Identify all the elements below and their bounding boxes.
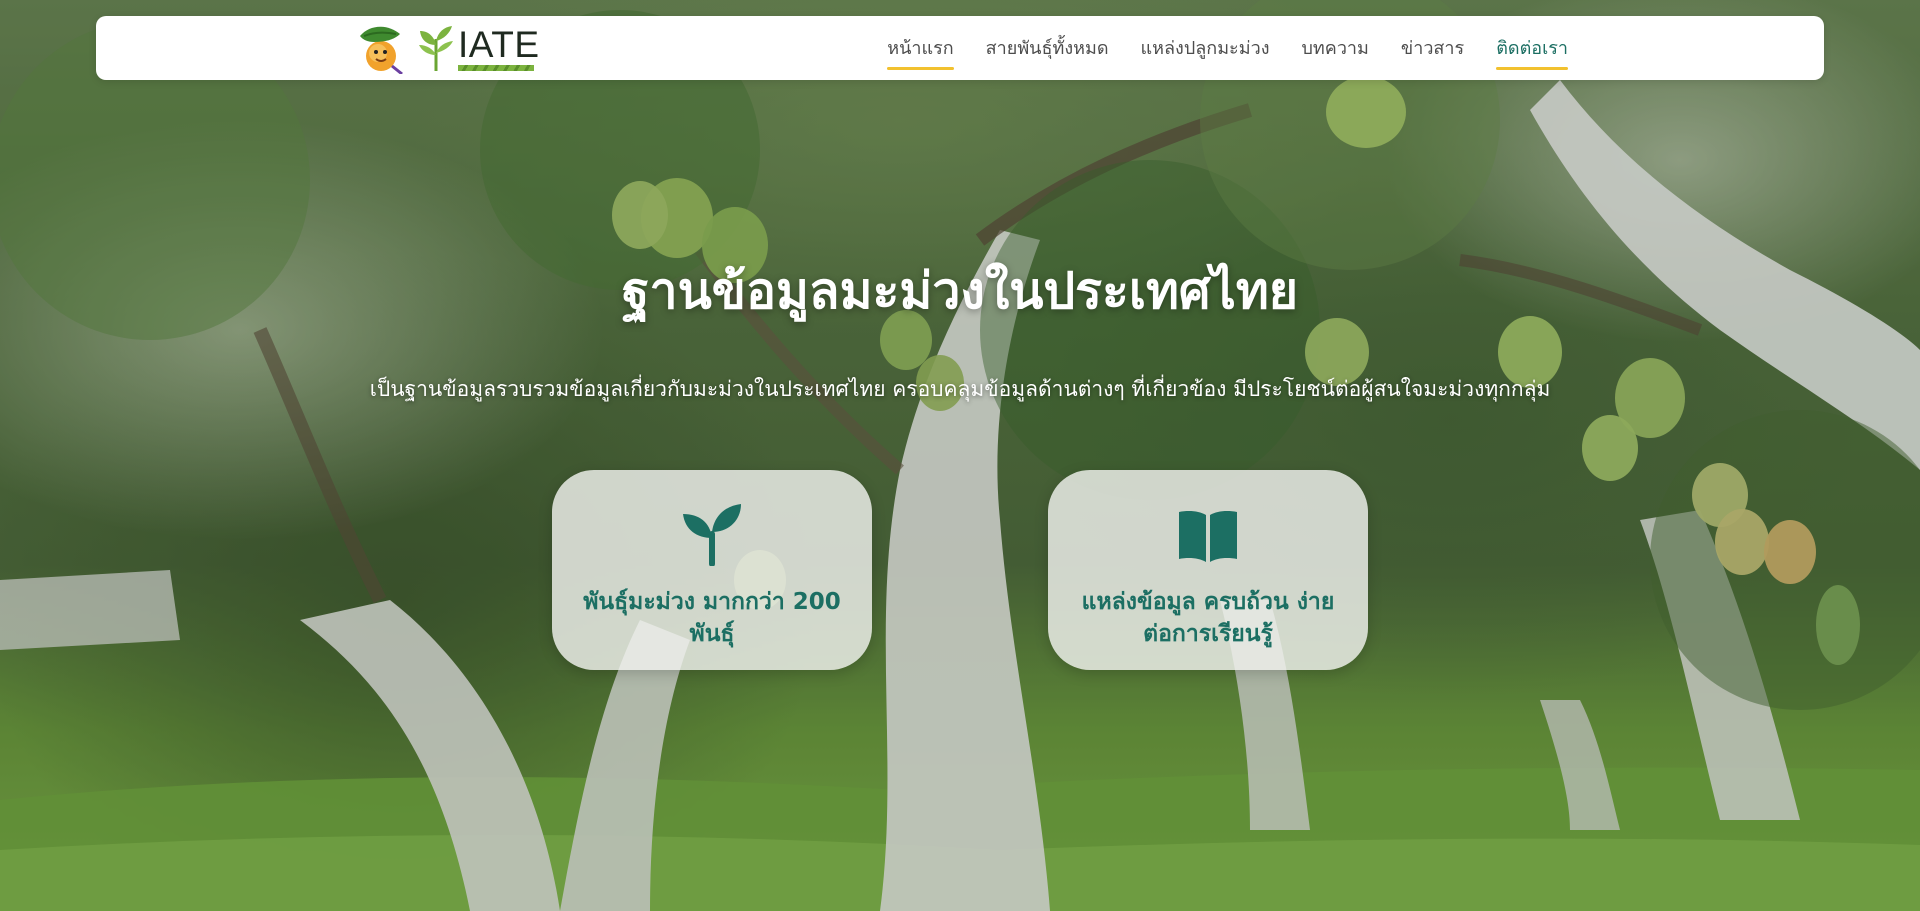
hero-title: ฐานข้อมูลมะม่วงในประเทศไทย: [621, 262, 1299, 320]
feature-card-resources[interactable]: แหล่งข้อมูล ครบถ้วน ง่ายต่อการเรียนรู้: [1048, 470, 1368, 670]
logo-text: IATE: [458, 24, 540, 65]
nav-home[interactable]: หน้าแรก: [887, 33, 955, 70]
nav-all-varieties[interactable]: สายพันธุ์ทั้งหมด: [986, 33, 1109, 64]
logo-stripe: [458, 65, 534, 71]
book-icon: [1179, 511, 1237, 562]
nav-news[interactable]: ข่าวสาร: [1401, 33, 1464, 64]
main-nav: หน้าแรก สายพันธุ์ทั้งหมด แหล่งปลูกมะม่วง…: [887, 16, 1568, 80]
hero-subtitle: เป็นฐานข้อมูลรวบรวมข้อมูลเกี่ยวกับมะม่วง…: [369, 377, 1551, 401]
nav-contact[interactable]: ติดต่อเรา: [1496, 33, 1568, 70]
iate-logo: IATE: [416, 25, 540, 71]
hero-background-image: [0, 0, 1920, 911]
nav-articles[interactable]: บทความ: [1301, 33, 1368, 64]
seedling-icon: [683, 504, 741, 566]
navbar: IATE หน้าแรก สายพันธุ์ทั้งหมด แหล่งปลูกม…: [96, 16, 1824, 80]
feature-card-varieties-text: พันธุ์มะม่วง มากกว่า 200 พันธุ์: [583, 589, 841, 647]
mango-mascot-icon: [360, 26, 403, 74]
feature-card-resources-text: แหล่งข้อมูล ครบถ้วน ง่ายต่อการเรียนรู้: [1081, 589, 1335, 647]
sprout-logo-icon: [419, 26, 453, 71]
brand-logo-link[interactable]: IATE: [354, 22, 540, 74]
nav-growing-areas[interactable]: แหล่งปลูกมะม่วง: [1141, 33, 1270, 64]
feature-card-varieties[interactable]: พันธุ์มะม่วง มากกว่า 200 พันธุ์: [552, 470, 872, 670]
